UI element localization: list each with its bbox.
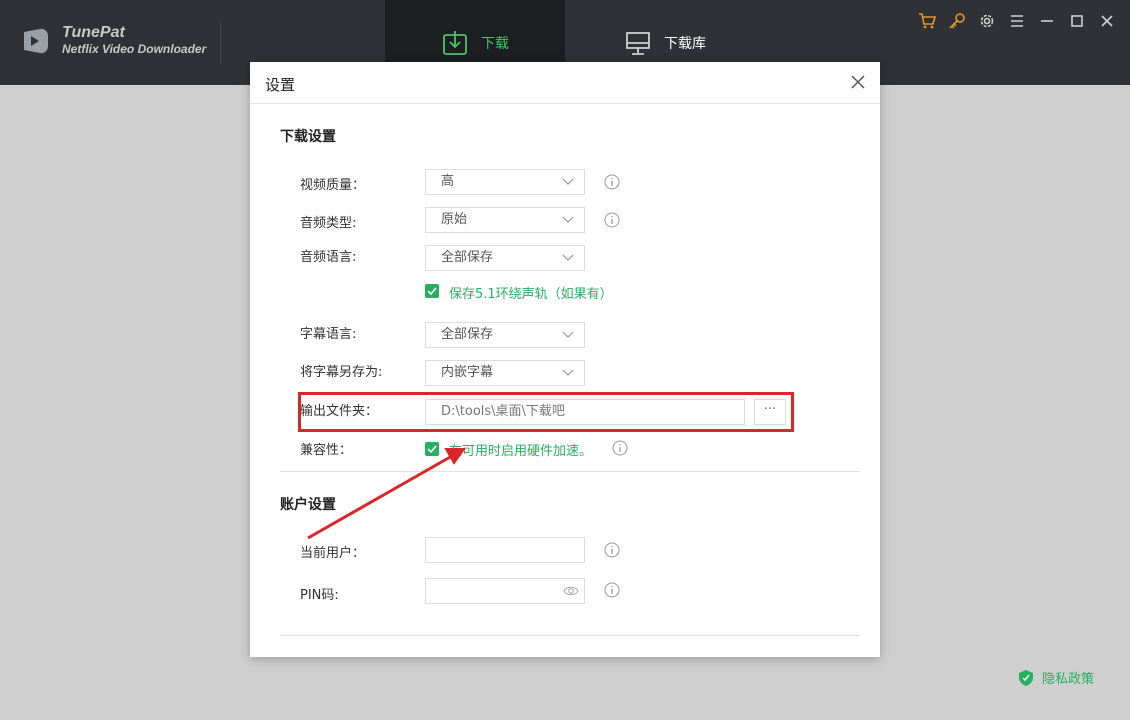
minimize-icon [1041, 20, 1053, 22]
pin-input[interactable] [425, 578, 585, 604]
monitor-icon [626, 31, 650, 55]
register-button[interactable] [942, 10, 972, 32]
app-subtitle: Netflix Video Downloader [62, 42, 207, 56]
download-icon [443, 30, 467, 55]
save-subtitle-as-label: 将字幕另存为: [300, 365, 383, 380]
hardware-acceleration-checkbox[interactable] [425, 442, 439, 456]
brand-divider [220, 22, 221, 64]
dialog-header: 设置 [250, 62, 880, 104]
keep-surround-checkbox[interactable] [425, 284, 439, 298]
privacy-policy-link[interactable]: 隐私政策 [1018, 668, 1094, 687]
window-controls [912, 10, 1122, 32]
subtitle-language-value: 全部保存 [441, 327, 494, 342]
info-icon[interactable] [604, 582, 620, 598]
key-icon [949, 13, 965, 29]
info-icon[interactable] [604, 212, 620, 228]
maximize-button[interactable] [1062, 10, 1092, 32]
cart-button[interactable] [912, 10, 942, 32]
download-settings-title: 下载设置 [280, 129, 336, 145]
shield-icon [1019, 669, 1033, 686]
eye-icon[interactable] [563, 584, 579, 598]
gear-icon [980, 14, 994, 28]
audio-type-value: 原始 [441, 212, 468, 227]
chevron-down-icon [562, 254, 574, 261]
save-subtitle-as-select[interactable]: 内嵌字幕 [425, 360, 585, 386]
tunepat-logo-icon [24, 28, 48, 53]
dialog-close-icon[interactable] [850, 74, 866, 90]
audio-language-label: 音频语言: [300, 250, 357, 265]
bottom-divider [280, 635, 860, 636]
pin-label: PIN码: [300, 588, 339, 603]
video-quality-select[interactable]: 高 [425, 169, 585, 195]
cart-icon [919, 13, 936, 29]
chevron-down-icon [562, 178, 574, 185]
highlight-box [298, 392, 794, 432]
compatibility-label: 兼容性： [300, 443, 353, 458]
app-name: TunePat [62, 24, 125, 41]
menu-icon [1011, 15, 1023, 27]
subtitle-language-label: 字幕语言: [300, 327, 357, 342]
keep-surround-label[interactable]: 保存5.1环绕声轨（如果有） [449, 283, 613, 302]
chevron-down-icon [562, 216, 574, 223]
section-divider [280, 471, 860, 472]
account-settings-title: 账户设置 [280, 497, 336, 513]
checkmark-icon [427, 445, 437, 453]
hardware-acceleration-label[interactable]: 在可用时启用硬件加速。 [449, 440, 592, 459]
settings-dialog: 设置 下载设置 视频质量： 高 音频类型: 原始 音频语言: 全部保存 保存5.… [250, 62, 880, 657]
maximize-icon [1071, 15, 1083, 27]
brand: TunePat Netflix Video Downloader [20, 24, 206, 57]
audio-language-value: 全部保存 [441, 250, 494, 265]
video-quality-value: 高 [441, 174, 455, 189]
info-icon[interactable] [612, 440, 628, 456]
privacy-policy-label: 隐私政策 [1042, 672, 1095, 687]
audio-type-label: 音频类型: [300, 216, 357, 231]
video-quality-label: 视频质量： [300, 178, 366, 193]
tab-download-label: 下载 [481, 35, 509, 52]
settings-button[interactable] [972, 10, 1002, 32]
current-user-label: 当前用户： [300, 546, 366, 561]
current-user-input[interactable] [425, 537, 585, 563]
audio-language-select[interactable]: 全部保存 [425, 245, 585, 271]
close-icon [1101, 15, 1113, 27]
chevron-down-icon [562, 331, 574, 338]
minimize-button[interactable] [1032, 10, 1062, 32]
save-subtitle-as-value: 内嵌字幕 [441, 365, 494, 380]
audio-type-select[interactable]: 原始 [425, 207, 585, 233]
dialog-title: 设置 [265, 76, 296, 94]
menu-button[interactable] [1002, 10, 1032, 32]
info-icon[interactable] [604, 542, 620, 558]
info-icon[interactable] [604, 174, 620, 190]
checkmark-icon [427, 287, 437, 295]
tab-library-label: 下载库 [664, 35, 706, 52]
window-close-button[interactable] [1092, 10, 1122, 32]
subtitle-language-select[interactable]: 全部保存 [425, 322, 585, 348]
chevron-down-icon [562, 369, 574, 376]
